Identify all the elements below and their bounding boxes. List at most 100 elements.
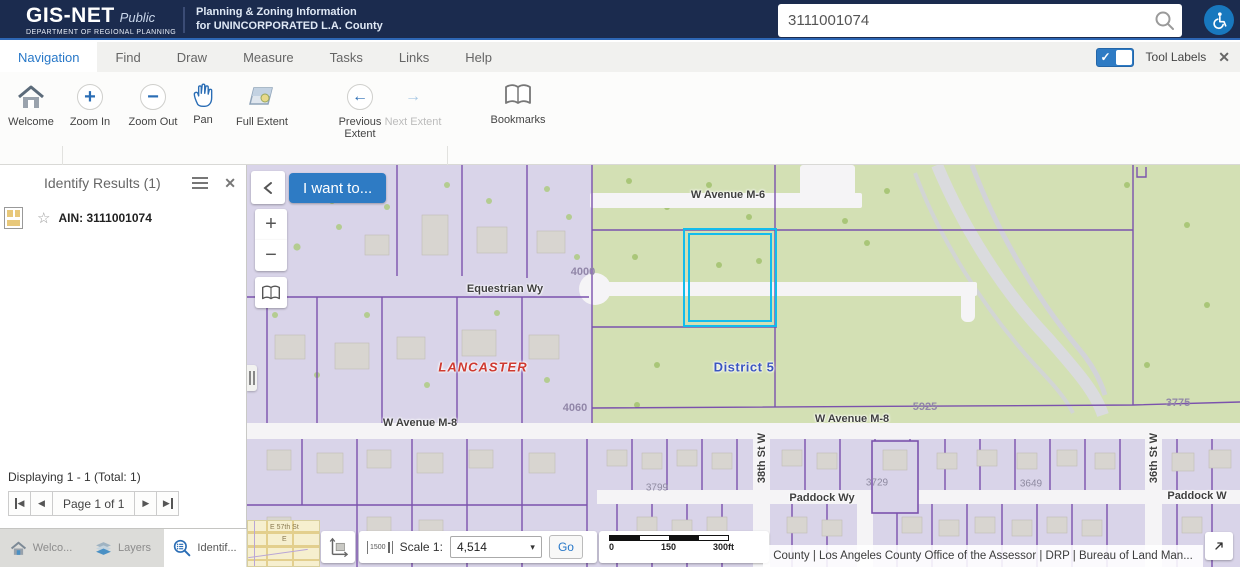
xy-coordinates-button[interactable]: [321, 531, 355, 563]
search-button[interactable]: [1148, 4, 1182, 37]
scale-go-button[interactable]: Go: [548, 535, 583, 559]
street-label-vertical: 38th St W: [756, 432, 768, 484]
menu-tab-links[interactable]: Links: [381, 42, 447, 72]
panel-menu-icon[interactable]: [192, 174, 208, 192]
bookmarks-button[interactable]: Bookmarks: [483, 80, 553, 126]
toolbar-ribbon: Welcome Map Navigation + Zoom In − Zoom …: [0, 72, 1240, 233]
tab-welcome-label: Welco...: [32, 542, 73, 554]
layers-icon: [96, 541, 111, 555]
street-label-vertical: 36th St W: [1148, 432, 1160, 484]
tool-labels-toggle[interactable]: ✓: [1095, 47, 1134, 67]
pagination: ◀ ◀ Page 1 of 1 ▶ ▶: [8, 491, 180, 516]
zoom-in-icon: +: [77, 84, 103, 110]
menu-tab-tasks[interactable]: Tasks: [312, 42, 381, 72]
tab-identify[interactable]: Identif...: [164, 529, 246, 567]
map-bookmarks-button[interactable]: [255, 277, 287, 308]
menu-tab-navigation[interactable]: Navigation: [0, 42, 98, 72]
accessibility-icon: [1213, 12, 1227, 30]
tab-layers[interactable]: Layers: [82, 529, 164, 567]
scalebar-mid: 150: [661, 542, 677, 552]
home-icon: [10, 541, 26, 555]
go-label: Go: [557, 540, 574, 554]
panel-title: Identify Results (1): [44, 175, 161, 191]
menu-tab-help[interactable]: Help: [447, 42, 510, 72]
result-item[interactable]: ☆ AIN: 3111001074: [0, 201, 246, 235]
global-search: [778, 4, 1182, 37]
page-indicator: Page 1 of 1: [52, 491, 136, 516]
full-extent-label: Full Extent: [236, 116, 288, 128]
map-zoom-in-button[interactable]: +: [255, 209, 287, 240]
next-extent-button: → Next Extent: [378, 82, 448, 129]
menu-tab-measure[interactable]: Measure: [225, 42, 312, 72]
zoom-in-button[interactable]: + Zoom In: [55, 82, 125, 128]
i-want-to-button[interactable]: I want to...: [289, 173, 387, 203]
map-attribution: County | Los Angeles County Office of th…: [763, 545, 1203, 567]
pan-hand-icon: [193, 83, 213, 107]
next-page-button[interactable]: ▶: [134, 491, 158, 516]
tagline-line1: Planning & Zoning Information: [196, 6, 357, 18]
ribbon-close-icon[interactable]: ✕: [1218, 49, 1230, 66]
overview-inset-map[interactable]: E 57th St E: [247, 520, 320, 567]
block-number: 3775: [1165, 397, 1191, 409]
next-extent-icon: →: [405, 88, 421, 105]
scalebar-zero: 0: [609, 542, 615, 552]
identify-icon: [174, 539, 191, 557]
collapse-panel-button[interactable]: [251, 171, 285, 204]
results-summary: Displaying 1 - 1 (Total: 1): [8, 470, 141, 484]
chevron-down-icon: ▾: [530, 541, 535, 552]
city-label-lancaster: LANCASTER: [438, 359, 528, 375]
parcel-number: 3649: [1019, 478, 1043, 490]
xy-coordinates-icon: [329, 537, 349, 558]
star-icon[interactable]: ☆: [37, 209, 50, 227]
search-input[interactable]: [778, 12, 1148, 29]
district-label: District 5: [713, 359, 775, 375]
tab-identify-label: Identif...: [197, 542, 237, 554]
chevron-left-icon: [263, 181, 272, 194]
panel-resize-grip[interactable]: [247, 365, 257, 391]
accessibility-button[interactable]: [1204, 5, 1234, 35]
tab-welcome[interactable]: Welco...: [0, 529, 82, 567]
street-label: W Avenue M-6: [690, 189, 766, 201]
bookmarks-label: Bookmarks: [490, 114, 546, 126]
header-tagline: Planning & Zoning Information for UNINCO…: [196, 6, 383, 34]
block-number: 4000: [570, 266, 596, 278]
result-label: AIN: 3111001074: [58, 211, 152, 225]
scalebar: 0 150 300ft: [599, 531, 769, 563]
scale-select[interactable]: 4,514 ▾: [449, 536, 542, 558]
parcel-number: 3799: [645, 482, 669, 494]
first-page-button[interactable]: ◀: [8, 491, 31, 516]
map-zoom-out-button[interactable]: −: [255, 240, 287, 271]
zoom-in-label: Zoom In: [69, 116, 111, 128]
scalebar-end: 300ft: [713, 542, 735, 552]
menu-tab-draw[interactable]: Draw: [159, 42, 225, 72]
parcel-number: 3729: [865, 477, 889, 489]
menu-tab-find[interactable]: Find: [97, 42, 158, 72]
header-divider: [183, 7, 185, 33]
last-page-button[interactable]: ▶: [156, 491, 180, 516]
previous-page-button[interactable]: ◀: [30, 491, 53, 516]
menu-bar: Navigation Find Draw Measure Tasks Links…: [0, 42, 1240, 72]
street-label: Paddock W: [1167, 490, 1227, 502]
app-header: GIS-NET Public DEPARTMENT OF REGIONAL PL…: [0, 0, 1240, 40]
map-viewport[interactable]: W Avenue M-6 Equestrian Wy LANCASTER Dis…: [247, 165, 1240, 567]
full-extent-button[interactable]: Full Extent: [227, 82, 297, 128]
app-logo: GIS-NET Public DEPARTMENT OF REGIONAL PL…: [26, 4, 176, 36]
street-label: W Avenue M-8: [814, 413, 890, 425]
minus-icon: −: [265, 244, 277, 266]
inset-street-letter: E: [282, 536, 287, 543]
attribution-toggle-button[interactable]: [1205, 532, 1233, 560]
i-want-to-label: I want to...: [303, 179, 373, 197]
tab-layers-label: Layers: [117, 542, 152, 554]
mini-scale-text: 1500: [370, 543, 386, 551]
home-icon: [18, 85, 44, 108]
street-label: Equestrian Wy: [466, 283, 544, 295]
panel-close-icon[interactable]: ✕: [224, 175, 236, 192]
full-extent-icon: [249, 87, 273, 105]
street-label: Paddock Wy: [789, 492, 855, 504]
scale-input-icon[interactable]: 1500: [367, 540, 393, 554]
search-icon: [1155, 11, 1174, 30]
identify-results-panel: Identify Results (1) ✕ ☆ AIN: 3111001074…: [0, 165, 247, 528]
zoom-out-icon: −: [140, 84, 166, 110]
inset-street-label: E 57th St: [270, 524, 299, 531]
logo-edition: Public: [119, 10, 156, 25]
